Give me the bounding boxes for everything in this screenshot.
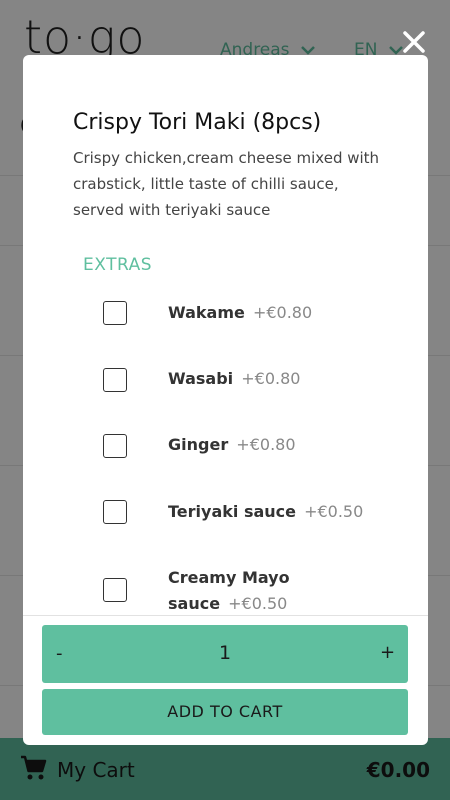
- quantity-decrease-button[interactable]: -: [56, 643, 76, 664]
- extra-price: +€0.50: [228, 594, 288, 613]
- product-title: Crispy Tori Maki (8pcs): [73, 110, 322, 135]
- extra-label: Wakame +€0.80: [168, 300, 318, 326]
- extra-name: Ginger: [168, 435, 229, 454]
- close-icon: [403, 31, 425, 53]
- product-modal: Crispy Tori Maki (8pcs) Crispy chicken,c…: [23, 55, 428, 745]
- extra-name: Wasabi: [168, 369, 234, 388]
- add-to-cart-button[interactable]: ADD TO CART: [42, 689, 408, 735]
- extra-option: Ginger +€0.80: [23, 431, 428, 471]
- extra-checkbox-creamy-mayo-sauce[interactable]: [103, 578, 127, 602]
- extra-label: Teriyaki sauce +€0.50: [168, 499, 368, 525]
- extra-option: Teriyaki sauce +€0.50: [23, 497, 428, 537]
- extra-checkbox-teriyaki-sauce[interactable]: [103, 500, 127, 524]
- extra-price: +€0.80: [252, 303, 313, 322]
- quantity-stepper: - 1 +: [42, 625, 408, 683]
- extra-label: Ginger +€0.80: [168, 432, 318, 458]
- extra-option: Wakame +€0.80: [23, 298, 428, 338]
- extra-price: +€0.80: [236, 435, 296, 454]
- extra-price: +€0.80: [241, 369, 301, 388]
- modal-scroll-area[interactable]: Crispy Tori Maki (8pcs) Crispy chicken,c…: [23, 55, 428, 615]
- extra-price: +€0.50: [304, 502, 364, 521]
- divider: [23, 615, 428, 616]
- product-description: Crispy chicken,cream cheese mixed with c…: [73, 149, 380, 219]
- extra-label: Wasabi +€0.80: [168, 366, 318, 392]
- extras-heading: EXTRAS: [83, 255, 153, 275]
- extra-name: Wakame: [168, 303, 245, 322]
- extra-option: Creamy Mayo sauce +€0.50: [23, 565, 428, 615]
- extra-name: Teriyaki sauce: [168, 502, 296, 521]
- close-button[interactable]: [400, 28, 428, 56]
- extra-label: Creamy Mayo sauce +€0.50: [168, 565, 293, 615]
- quantity-increase-button[interactable]: +: [380, 642, 395, 663]
- quantity-value: 1: [218, 642, 232, 664]
- extra-checkbox-wakame[interactable]: [103, 301, 127, 325]
- extra-option: Wasabi +€0.80: [23, 365, 428, 405]
- extra-checkbox-ginger[interactable]: [103, 434, 127, 458]
- extra-checkbox-wasabi[interactable]: [103, 368, 127, 392]
